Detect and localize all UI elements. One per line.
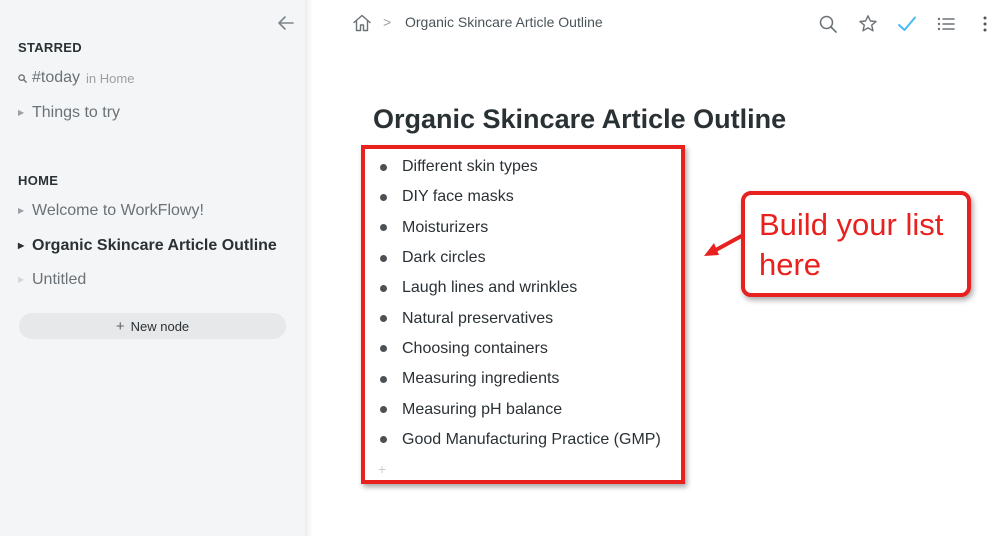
check-icon xyxy=(898,16,916,31)
home-icon[interactable] xyxy=(352,13,372,33)
list-view-button[interactable] xyxy=(935,13,957,35)
more-options-button[interactable] xyxy=(974,13,996,35)
page-title[interactable]: Organic Skincare Article Outline xyxy=(373,104,786,135)
collapse-sidebar-button[interactable] xyxy=(276,13,296,33)
list-icon xyxy=(937,17,955,31)
plus-icon: + xyxy=(115,317,125,335)
annotation-callout: Build your list here xyxy=(741,191,971,297)
sidebar-divider xyxy=(305,0,313,536)
home-section-title: HOME xyxy=(18,173,59,188)
star-icon xyxy=(859,15,877,32)
sidebar: STARRED #today in Home ▶ Things to try H… xyxy=(0,0,305,536)
completed-toggle-button[interactable] xyxy=(896,13,918,35)
breadcrumb[interactable]: Organic Skincare Article Outline xyxy=(405,14,603,30)
sidebar-item-label: Welcome to WorkFlowy! xyxy=(32,202,204,219)
expand-triangle-icon: ▶ xyxy=(18,206,25,215)
search-icon xyxy=(819,15,837,33)
sidebar-item-today[interactable]: #today in Home xyxy=(18,67,134,89)
sidebar-item-hint: in Home xyxy=(86,70,135,86)
expand-triangle-icon: ▶ xyxy=(18,241,25,250)
highlight-box xyxy=(361,145,685,484)
sidebar-item-things-to-try[interactable]: ▶ Things to try xyxy=(18,102,120,124)
star-button[interactable] xyxy=(857,13,879,35)
search-icon xyxy=(18,73,28,83)
sidebar-item-label: Untitled xyxy=(32,271,87,288)
sidebar-item-organic-skincare[interactable]: ▶ Organic Skincare Article Outline xyxy=(18,235,277,257)
sidebar-item-label: Things to try xyxy=(32,104,121,121)
new-node-label: New node xyxy=(130,318,190,334)
annotation-line-1: Build your list xyxy=(759,207,944,242)
starred-section-title: STARRED xyxy=(18,40,82,55)
sidebar-item-untitled[interactable]: ▶ Untitled xyxy=(18,269,86,291)
breadcrumb-separator: > xyxy=(383,14,392,30)
sidebar-item-welcome[interactable]: ▶ Welcome to WorkFlowy! xyxy=(18,200,204,222)
arrow-left-icon xyxy=(278,16,294,30)
sidebar-item-label: #today xyxy=(32,69,81,86)
sidebar-item-label: Organic Skincare Article Outline xyxy=(32,237,277,254)
search-button[interactable] xyxy=(817,13,839,35)
more-icon xyxy=(983,16,987,32)
expand-triangle-icon: ▶ xyxy=(18,275,25,284)
annotation-line-2: here xyxy=(759,247,822,282)
annotation-text: Build your list here xyxy=(759,205,943,285)
expand-triangle-icon: ▶ xyxy=(18,108,25,117)
new-node-button[interactable]: + New node xyxy=(19,313,286,339)
